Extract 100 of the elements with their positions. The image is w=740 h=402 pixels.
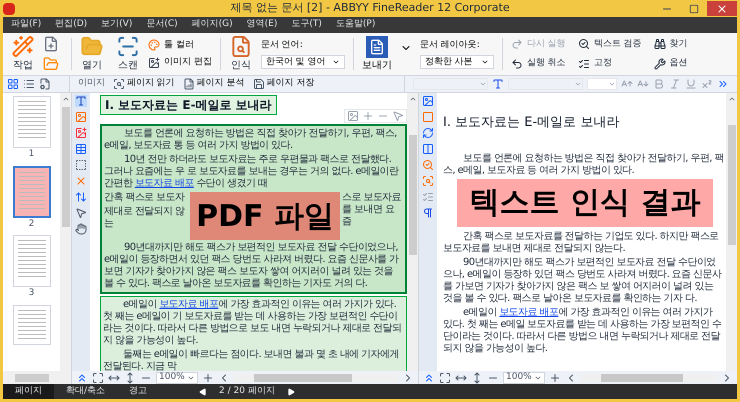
app-logo-icon — [3, 2, 15, 14]
menu-item[interactable]: 문서(C) — [146, 18, 178, 32]
font-color-icon[interactable] — [492, 78, 504, 90]
next-page-icon[interactable] — [286, 388, 295, 396]
fit-page-icon[interactable] — [92, 372, 104, 384]
panel-title: 이미지 — [78, 77, 105, 90]
status-tab[interactable]: 페이지 — [3, 384, 54, 399]
toolbar-action[interactable]: 찾기 — [654, 38, 688, 51]
paragraph: 10년 전만 하더라도 보도자료는 주로 우편물과 팩스로 전달했다. 그러나 요즘에는 우 로 보도자료를 보내는 경우는 거의 없다. e메일이란 간편한 보도자료 배포 수단이 생겼기 때 — [104, 154, 400, 190]
add-icon[interactable] — [362, 110, 374, 122]
horizontal-scrollbar[interactable] — [581, 374, 717, 382]
status-tab[interactable]: 확대/축소 — [54, 384, 118, 399]
save-page-icon — [252, 78, 265, 90]
text-region[interactable]: e메일이 보도자료 배포에 가장 효과적인 이유는 여러 가지가 있다. 첫 째는 e메일이 기 보도자료를 받는 데 사용하는 가장 보편적인 수단이라는 것이다. 따라서 다른 방법으로 보도 내면 누락되거나 제대로 전달되지 않을 가능성이 높다. 둘째는 e메일이 빠르다는 점이다. 보내면 불과 몇 초 내에 기자에게 전달된다. 지금 막 — [100, 296, 407, 371]
dashed-area-tool-icon[interactable] — [75, 159, 87, 171]
pilcrow-icon[interactable] — [422, 207, 434, 219]
tool-color-button[interactable]: 툴 컬러 — [148, 38, 212, 52]
paragraph: e메일이 보도자료 배포에 가장 효과적인 이유는 여러 가지가 있다. 첫 째는 e메일이 기 보도자료를 받는 데 사용하는 가장 보편적인 수단이라는 것이다. 따라서 다른 방법으로 보도 내면 누락되거나 제대로 전달되지 않을 가능성이 높다. — [103, 299, 402, 347]
scan-button[interactable]: 스캔 — [112, 35, 144, 73]
previous-page-icon[interactable] — [199, 388, 208, 396]
double-chevron-icon[interactable] — [76, 372, 88, 384]
toolbar-action[interactable]: 텍스트 검증 — [578, 38, 642, 51]
paragraph: e메일이 보도자료 배포에 가장 효과적인 이유는 여러 가지가 있다. 첫 째는 e메일 보도자료를 받는 데 사용하는 가장 보편적인 수단이라는 것이다. 따라서 다른 방법으 내면 누락되거나 제대로 전달되지 않을 가능성이 높다. — [443, 306, 722, 354]
text-line: 제대로 전달되지 않는 — [104, 206, 186, 230]
zoom-select[interactable]: 100% — [156, 372, 198, 384]
table-area-tool-icon[interactable] — [75, 143, 87, 155]
close-button[interactable] — [707, 1, 737, 16]
maximize-icon[interactable] — [689, 4, 699, 14]
pointer-icon[interactable] — [75, 207, 87, 219]
delete-area-icon[interactable] — [75, 175, 87, 187]
task-button[interactable]: 작업 — [7, 35, 39, 73]
page-settings-icon[interactable] — [39, 78, 51, 90]
menu-item[interactable]: 페이지(G) — [192, 18, 233, 32]
new-document-icon[interactable] — [43, 36, 59, 52]
refresh-icon[interactable] — [422, 127, 434, 139]
toolbar-action[interactable]: 옵션 — [654, 57, 688, 70]
picture-icon[interactable] — [422, 95, 434, 107]
menu-item[interactable]: 보기(V) — [101, 18, 132, 32]
search-icon[interactable] — [422, 159, 434, 171]
grid-view-icon[interactable] — [7, 78, 19, 90]
vertical-scrollbar[interactable] — [407, 93, 418, 371]
menu-item[interactable]: 도움말(P) — [336, 18, 376, 32]
zoom-select[interactable]: 100% — [503, 372, 545, 384]
picture-area-tool-icon[interactable] — [75, 111, 87, 123]
image-edit-icon — [148, 56, 160, 69]
italic-icon[interactable] — [669, 78, 681, 90]
page-number: 2 — [28, 218, 34, 230]
image-edit-button[interactable]: 이미지 편집 — [148, 56, 212, 70]
menu-item[interactable]: 파일(F) — [11, 18, 42, 32]
fit-page-icon[interactable] — [439, 372, 451, 384]
menu-item[interactable]: 도구(T) — [291, 18, 322, 32]
undo-icon — [510, 58, 523, 70]
scan-search-icon[interactable] — [422, 175, 434, 187]
menu-item[interactable]: 편집(D) — [55, 18, 88, 32]
magnifier-check-icon — [578, 38, 590, 50]
horizontal-scrollbar[interactable] — [3, 371, 71, 384]
page-thumbnail[interactable] — [12, 166, 50, 218]
double-chevron-icon[interactable] — [423, 372, 435, 384]
text-region[interactable] — [100, 124, 407, 294]
frame-icon[interactable] — [422, 111, 434, 123]
hand-icon[interactable] — [75, 223, 87, 235]
caption-label: PDF 파일 — [190, 192, 340, 240]
send-button[interactable]: 보내기 — [362, 36, 392, 72]
image-toolbar-button[interactable]: 페이지 저장 — [252, 77, 314, 91]
open-button[interactable]: 열기 — [76, 35, 108, 73]
language-select[interactable]: 한국어 및 영어 — [260, 55, 345, 70]
analyze-page-icon — [182, 78, 195, 90]
reorder-icon[interactable] — [75, 191, 87, 203]
heading-region[interactable]: Ⅰ. 보도자료는 E-메일로 보내라 — [100, 95, 277, 115]
link[interactable]: 보도자료 배포 — [134, 178, 194, 189]
wrench-icon — [654, 58, 666, 70]
link[interactable]: 보도자료 배포 — [499, 306, 558, 318]
columns-icon[interactable] — [422, 143, 434, 155]
layout-select[interactable]: 정확한 사본 — [420, 55, 494, 70]
paragraph: 보도를 언론에 요청하는 방법은 직접 찾아가 전달하기, 우편, 팩스, e메일, 보도자료 등 여러 가지 방법이 있다. — [443, 152, 724, 176]
image-toolbar-button[interactable]: 페이지 읽기 — [112, 77, 175, 91]
zoom-in-icon[interactable] — [202, 372, 214, 384]
background-picture-tool-icon[interactable] — [75, 127, 87, 139]
more-icon[interactable] — [717, 78, 729, 90]
menu-item[interactable]: 영역(E) — [246, 18, 278, 32]
checklist-icon[interactable] — [422, 191, 434, 203]
toolbar-action[interactable]: 실행 취소 — [510, 57, 566, 70]
toolbar-action[interactable]: 고정 — [578, 57, 642, 70]
link[interactable]: 보도자료 배포 — [159, 299, 218, 310]
text-area-tool-icon[interactable] — [75, 95, 87, 107]
horizontal-scrollbar[interactable] — [234, 374, 398, 382]
recognize-button[interactable]: 인식 — [224, 35, 257, 73]
bold-icon[interactable] — [653, 78, 665, 90]
zoom-in-icon[interactable] — [549, 372, 561, 384]
image-toolbar-button[interactable]: 페이지 분석 — [182, 77, 245, 91]
status-tab[interactable]: 경고 — [117, 384, 160, 399]
vertical-scrollbar[interactable] — [60, 93, 71, 371]
superscript-icon[interactable] — [701, 78, 713, 90]
vertical-scrollbar[interactable] — [726, 93, 737, 371]
paragraph: 90년대까지만 해도 팩스가 보편적인 보도자료 전달 수단이었으나, e메일이 등장하 있던 팩스 당번도 사라져 버렸다. 요즘 신문사를 가보면 기자가 찾아가지 않은 팩스 보 쌓여 어지러이 널려 있는 것을 볼 수 있다. 팩스로 날아온 보도자료를 확인하는 기자 다. — [443, 256, 723, 304]
folder-icon[interactable] — [43, 56, 59, 72]
caption-label: 텍스트 인식 결과 — [457, 178, 713, 226]
pointer-icon[interactable] — [392, 110, 404, 122]
picture-icon[interactable] — [347, 110, 359, 122]
underline-icon[interactable] — [685, 78, 697, 90]
